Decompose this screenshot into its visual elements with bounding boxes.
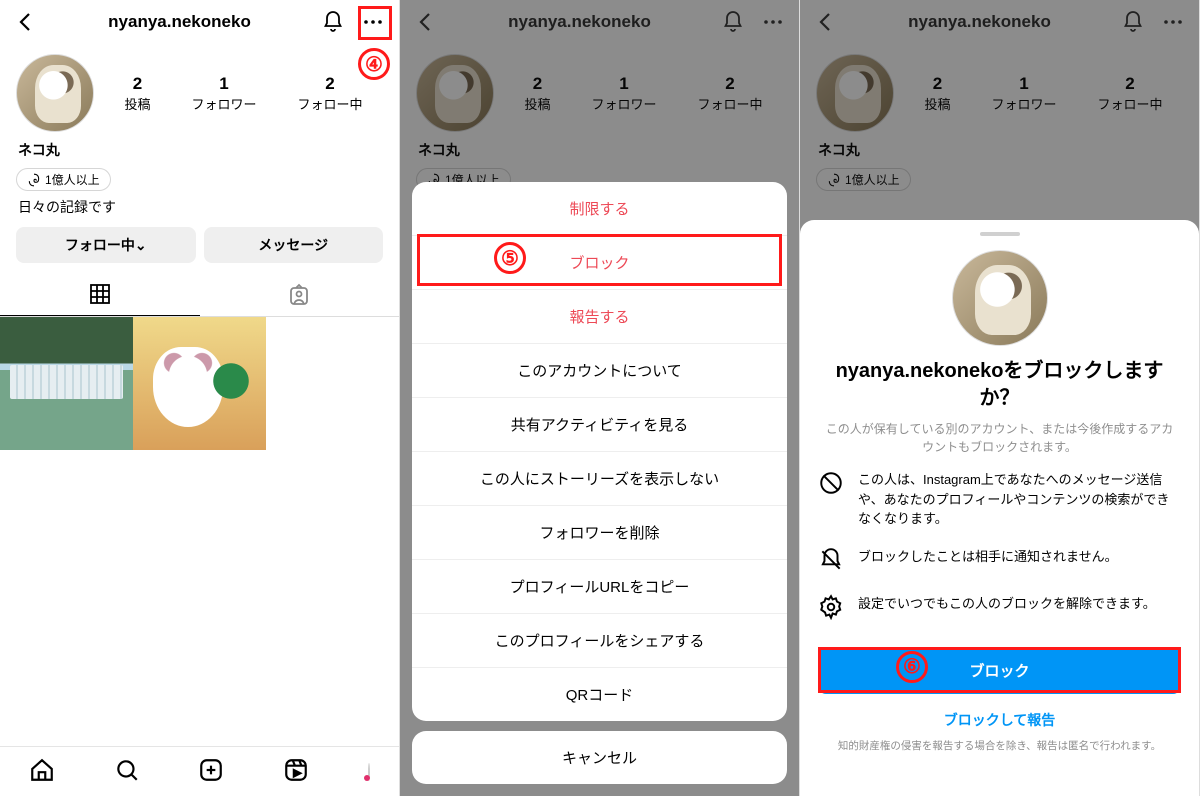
- sheet-qr-code[interactable]: QRコード: [412, 668, 787, 721]
- following-button[interactable]: フォロー中⌄: [16, 227, 196, 263]
- tab-grid[interactable]: [0, 273, 200, 316]
- step-marker-4: ④: [358, 48, 390, 80]
- sheet-share-profile[interactable]: このプロフィールをシェアする: [412, 614, 787, 668]
- block-title: nyanya.nekonekoをブロックしますか？: [818, 358, 1181, 412]
- sheet-hide-story[interactable]: この人にストーリーズを表示しない: [412, 452, 787, 506]
- display-name: ネコ丸: [0, 136, 399, 162]
- sheet-grabber[interactable]: [980, 232, 1020, 236]
- block-subtitle: この人が保有している別のアカウント、または今後作成するアカウントもブロックされま…: [822, 420, 1177, 456]
- bell-off-icon: [818, 547, 844, 576]
- step-marker-5: ⑤: [494, 242, 526, 274]
- info-row: この人は、Instagram上であなたへのメッセージ送信や、あなたのプロフィール…: [818, 470, 1181, 529]
- settings-icon: [818, 594, 844, 623]
- stat-posts[interactable]: 2 投稿: [124, 74, 150, 113]
- info-row: 設定でいつでもこの人のブロックを解除できます。: [818, 594, 1181, 623]
- sheet-about-account[interactable]: このアカウントについて: [412, 344, 787, 398]
- sheet-copy-url[interactable]: プロフィールURLをコピー: [412, 560, 787, 614]
- screen-2-action-sheet: nyanya.nekoneko 2投稿 1フォロワー 2フォロー中 ネコ丸 1億…: [400, 0, 800, 796]
- screen-3-block-confirm: nyanya.nekoneko 2投稿 1フォロワー 2フォロー中 ネコ丸 1億…: [800, 0, 1200, 796]
- block-button[interactable]: ブロック: [818, 647, 1181, 694]
- nav-reels-icon[interactable]: [283, 757, 309, 786]
- header-username: nyanya.nekoneko: [38, 12, 321, 32]
- bottom-nav: [0, 746, 399, 796]
- sheet-remove-follower[interactable]: フォロワーを削除: [412, 506, 787, 560]
- info-row: ブロックしたことは相手に通知されません。: [818, 547, 1181, 576]
- profile-stats-row: 2 投稿 1 フォロワー 2 フォロー中: [0, 44, 399, 136]
- step-marker-6: ⑥: [896, 651, 928, 683]
- action-sheet: 制限する ブロック ⑤ 報告する このアカウントについて 共有アクティビティを見…: [412, 182, 787, 784]
- bio: 日々の記録です: [0, 193, 399, 227]
- tab-tagged[interactable]: [200, 273, 400, 316]
- back-icon[interactable]: [14, 10, 38, 34]
- sheet-block[interactable]: ブロック: [412, 236, 787, 290]
- post-thumbnail[interactable]: [133, 317, 266, 450]
- header: nyanya.nekoneko: [0, 0, 399, 44]
- block-and-report-link[interactable]: ブロックして報告: [944, 710, 1056, 730]
- nav-search-icon[interactable]: [114, 757, 140, 786]
- nav-profile-icon[interactable]: [368, 764, 370, 780]
- sheet-restrict[interactable]: 制限する: [412, 182, 787, 236]
- avatar[interactable]: [16, 54, 94, 132]
- stat-following[interactable]: 2 フォロー中: [297, 74, 362, 113]
- sheet-report[interactable]: 報告する: [412, 290, 787, 344]
- more-icon[interactable]: [361, 10, 385, 34]
- profile-tabs: [0, 273, 399, 317]
- sheet-shared-activity[interactable]: 共有アクティビティを見る: [412, 398, 787, 452]
- stat-followers[interactable]: 1 フォロワー: [191, 74, 256, 113]
- nav-home-icon[interactable]: [29, 757, 55, 786]
- message-button[interactable]: メッセージ: [204, 227, 384, 263]
- nav-create-icon[interactable]: [198, 757, 224, 786]
- eye-off-icon: [818, 470, 844, 499]
- post-thumbnail[interactable]: [0, 317, 133, 450]
- avatar: [952, 250, 1048, 346]
- threads-badge[interactable]: 1億人以上: [16, 168, 111, 191]
- bell-icon[interactable]: [321, 10, 345, 34]
- posts-grid: [0, 317, 399, 450]
- sheet-cancel[interactable]: キャンセル: [412, 731, 787, 784]
- threads-followers-label: 1億人以上: [45, 171, 100, 188]
- screen-1-profile: nyanya.nekoneko ④ 2 投稿 1 フォロワー 2 フォロー中: [0, 0, 400, 796]
- block-confirm-sheet: nyanya.nekonekoをブロックしますか？ この人が保有している別のアカ…: [800, 220, 1199, 796]
- disclaimer: 知的財産権の侵害を報告する場合を除き、報告は匿名で行われます。: [838, 738, 1161, 753]
